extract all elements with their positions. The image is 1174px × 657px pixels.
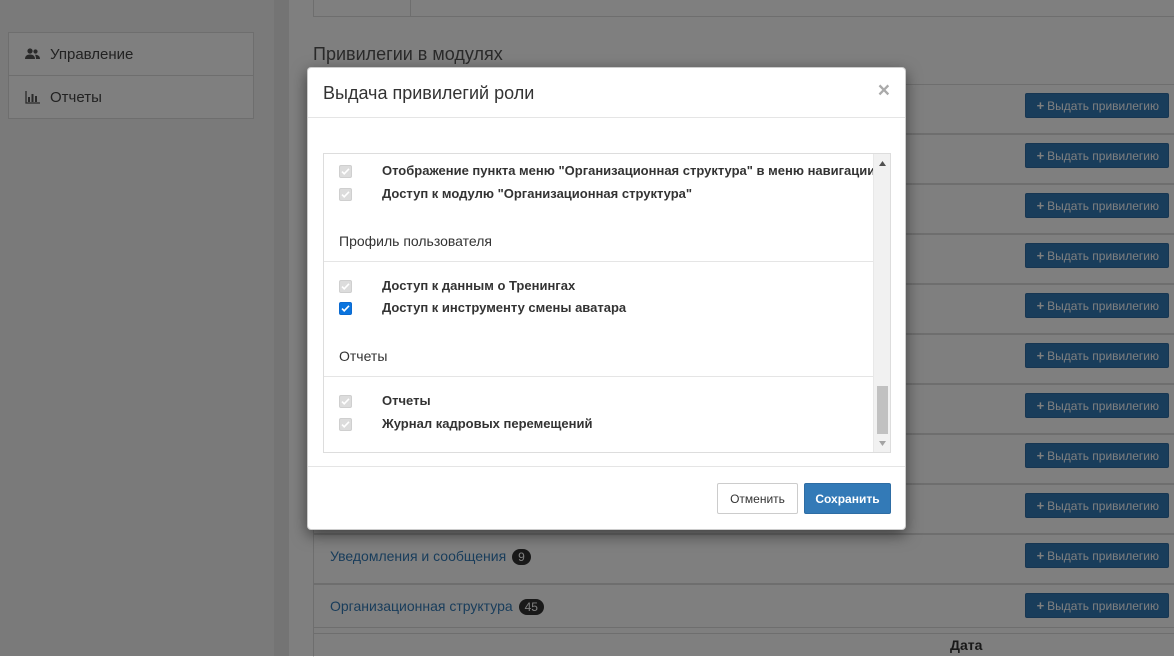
privilege-item: Доступ к инструменту смены аватара	[324, 299, 874, 319]
group-title: Профиль пользователя	[339, 233, 492, 249]
list-scrollbar[interactable]	[873, 154, 890, 452]
privilege-item: Доступ к данным о Тренингах	[324, 277, 874, 297]
privilege-item: Доступ к модулю "Организационная структу…	[324, 185, 874, 205]
privilege-label: Отчеты	[382, 393, 431, 408]
modal-footer: Отменить Сохранить	[308, 466, 905, 531]
privilege-item: Отображение пункта меню "Организационная…	[324, 162, 876, 182]
scroll-down-arrow-icon[interactable]	[874, 436, 890, 450]
scrollbar-thumb[interactable]	[877, 386, 888, 434]
privilege-checkbox	[339, 188, 352, 201]
modal-header: Выдача привилегий роли ×	[308, 68, 905, 118]
privilege-label: Отображение пункта меню "Организационная…	[382, 163, 876, 178]
cancel-button[interactable]: Отменить	[717, 483, 798, 514]
save-button[interactable]: Сохранить	[804, 483, 891, 514]
close-icon[interactable]: ×	[878, 80, 890, 101]
privilege-checkbox	[339, 418, 352, 431]
privilege-label: Доступ к инструменту смены аватара	[382, 300, 627, 315]
privilege-checkbox	[339, 395, 352, 408]
privilege-label: Журнал кадровых перемещений	[382, 416, 593, 431]
privilege-item: Журнал кадровых перемещений	[324, 415, 874, 435]
privilege-label: Доступ к данным о Тренингах	[382, 278, 576, 293]
modal-title: Выдача привилегий роли	[323, 83, 535, 103]
grant-privileges-dialog: Выдача привилегий роли × Отображение пун…	[307, 67, 906, 530]
privilege-checkbox	[339, 165, 352, 178]
scroll-up-arrow-icon[interactable]	[874, 156, 890, 170]
group-divider	[324, 261, 874, 262]
privilege-checkbox	[339, 280, 352, 293]
privilege-checkbox[interactable]	[339, 302, 352, 315]
privilege-item: Отчеты	[324, 392, 874, 412]
group-divider	[324, 376, 874, 377]
group-title: Отчеты	[339, 348, 388, 364]
privilege-label: Доступ к модулю "Организационная структу…	[382, 186, 693, 201]
privileges-list[interactable]: Отображение пункта меню "Организационная…	[323, 153, 891, 453]
